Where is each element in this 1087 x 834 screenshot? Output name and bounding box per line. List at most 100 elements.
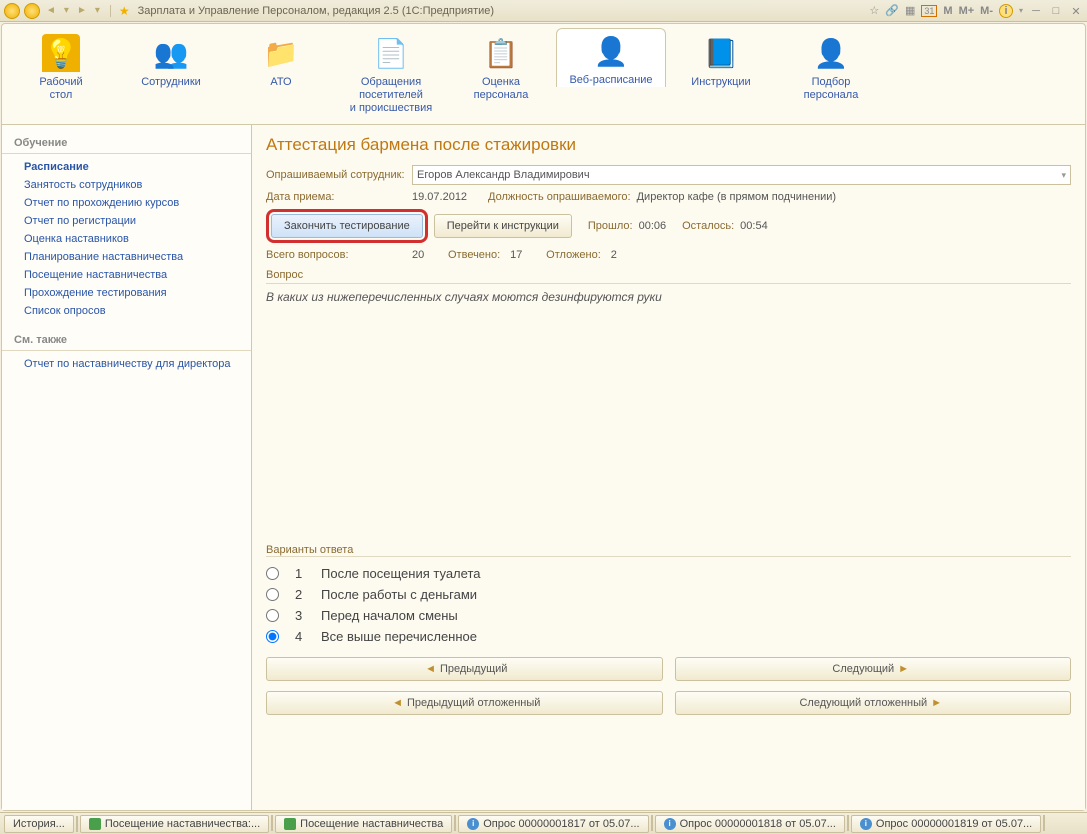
statusbar-tab-label: Опрос 00000001818 от 05.07... [680,818,836,830]
nav-back-icon[interactable]: ◄ [44,5,58,16]
answer-row: 1После посещения туалета [266,563,1071,584]
totalq-value: 20 [412,249,442,261]
prev-button[interactable]: ◄Предыдущий [266,657,663,681]
separator [76,816,78,832]
answer-row: 4Все выше перечисленное [266,626,1071,647]
statusbar-tab[interactable]: Посещение наставничества [275,815,452,833]
nav-back-menu-icon[interactable]: ▾ [62,5,71,16]
window-title: Зарплата и Управление Персоналом, редакц… [138,5,494,17]
sidebar-item[interactable]: Отчет по прохождению курсов [2,194,251,212]
remaining-value: 00:54 [740,220,768,232]
sidebar-section-training: Обучение [2,133,251,154]
dropdown-icon[interactable] [24,3,40,19]
memory-mplus[interactable]: M+ [959,5,975,17]
info-dropdown-icon[interactable]: ▾ [1019,6,1023,15]
answer-row: 2После работы с деньгами [266,584,1071,605]
prev-label: Предыдущий [440,663,507,675]
info-icon[interactable]: i [999,4,1013,18]
finish-test-button[interactable]: Закончить тестирование [271,214,423,238]
answer-text: Все выше перечисленное [321,629,477,644]
statusbar-tab[interactable]: Посещение наставничества:... [80,815,269,833]
next-postponed-label: Следующий отложенный [799,697,927,709]
goto-instruction-button[interactable]: Перейти к инструкции [434,214,572,238]
toolbar-label: Инструкции [666,76,776,89]
statusbar-tab-label: Посещение наставничества [300,818,443,830]
separator [266,283,1071,284]
doc-icon [89,818,101,830]
hire-date-row: Дата приема: 19.07.2012 Должность опраши… [266,191,1071,203]
info-icon: i [664,818,676,830]
calculator-icon[interactable]: ▦ [905,4,915,17]
sidebar-item[interactable]: Список опросов [2,302,251,320]
history-button[interactable]: История... [4,815,74,833]
next-button[interactable]: Следующий ► [675,657,1072,681]
desk-lamp-icon: 💡 [42,34,80,72]
sidebar-item[interactable]: Отчет по наставничеству для директора [2,355,251,373]
employee-input[interactable]: Егоров Александр Владимирович ▾ [412,165,1071,185]
toolbar-label: Рабочийстол [6,76,116,102]
toolbar-item-0[interactable]: 💡 Рабочийстол [6,30,116,102]
dropdown-icon[interactable]: ▾ [1061,170,1066,181]
sidebar-item[interactable]: Посещение наставничества [2,266,251,284]
answer-radio[interactable] [266,609,279,622]
titlebar: ◄ ▾ ► ▾ ★ Зарплата и Управление Персонал… [0,0,1087,22]
sidebar-item[interactable]: Отчет по регистрации [2,212,251,230]
favorite-icon[interactable]: ★ [119,4,130,18]
toolbar-item-3[interactable]: 📄Обращения посетителейи происшествия [336,30,446,115]
answer-row: 3Перед началом смены [266,605,1071,626]
toolbar-item-4[interactable]: 📋Оценкаперсонала [446,30,556,102]
close-button[interactable]: ✕ [1069,5,1083,17]
star-icon[interactable]: ☆ [869,4,879,17]
link-icon[interactable]: 🔗 [885,4,899,17]
answer-text: После посещения туалета [321,566,480,581]
employee-label: Опрашиваемый сотрудник: [266,169,406,181]
maximize-button[interactable]: □ [1049,5,1063,17]
info-icon: i [467,818,479,830]
page-title: Аттестация бармена после стажировки [266,135,1071,155]
separator [110,5,111,17]
employee-row: Опрашиваемый сотрудник: Егоров Александр… [266,165,1071,185]
toolbar-label: Подборперсонала [776,76,886,102]
minimize-button[interactable]: ─ [1029,5,1043,17]
next-postponed-button[interactable]: Следующий отложенный ► [675,691,1072,715]
separator [847,815,849,831]
hire-date-value: 19.07.2012 [412,191,482,203]
answer-radio[interactable] [266,588,279,601]
toolbar-item-6[interactable]: 📘Инструкции [666,30,776,89]
answer-radio[interactable] [266,630,279,643]
statusbar-tab-label: Опрос 00000001817 от 05.07... [483,818,639,830]
nav-fwd-icon[interactable]: ► [75,5,89,16]
toolbar-item-2[interactable]: 📁АТО [226,30,336,89]
nav-row-1: ◄Предыдущий Следующий ► [266,657,1071,681]
toolbar-item-1[interactable]: 👥Сотрудники [116,30,226,89]
sidebar-item[interactable]: Планирование наставничества [2,248,251,266]
sidebar-item[interactable]: Оценка наставников [2,230,251,248]
statusbar-tab[interactable]: i Опрос 00000001817 от 05.07... [458,815,648,833]
chevron-right-icon: ► [898,663,909,675]
action-row: Закончить тестирование Перейти к инструк… [266,209,1071,243]
sidebar-item[interactable]: Расписание [2,158,251,176]
statusbar: История... Посещение наставничества:... П… [0,812,1087,834]
sidebar-item[interactable]: Занятость сотрудников [2,176,251,194]
prev-postponed-button[interactable]: ◄Предыдущий отложенный [266,691,663,715]
separator [651,815,653,831]
answer-text: После работы с деньгами [321,587,477,602]
toolbar-item-5[interactable]: 👤Веб-расписание [556,28,666,87]
prev-postponed-label: Предыдущий отложенный [407,697,540,709]
nav-fwd-menu-icon[interactable]: ▾ [93,5,102,16]
toolbar-item-7[interactable]: 👤 Подборперсонала [776,30,886,102]
statusbar-tab[interactable]: iОпрос 00000001819 от 05.07... [851,815,1041,833]
doc-icon: 📄 [372,34,410,72]
memory-mminus[interactable]: M- [980,5,993,17]
calendar-icon[interactable]: 31 [921,5,937,17]
separator [454,815,456,831]
sidebar-item[interactable]: Прохождение тестирования [2,284,251,302]
answer-radio[interactable] [266,567,279,580]
plusman-icon: 👤 [812,34,850,72]
statusbar-tab[interactable]: i Опрос 00000001818 от 05.07... [655,815,845,833]
next-label: Следующий [832,663,894,675]
chevron-right-icon: ► [931,697,942,709]
position-value: Директор кафе (в прямом подчинении) [637,191,836,203]
people-icon: 👥 [152,34,190,72]
memory-m[interactable]: M [943,5,952,17]
